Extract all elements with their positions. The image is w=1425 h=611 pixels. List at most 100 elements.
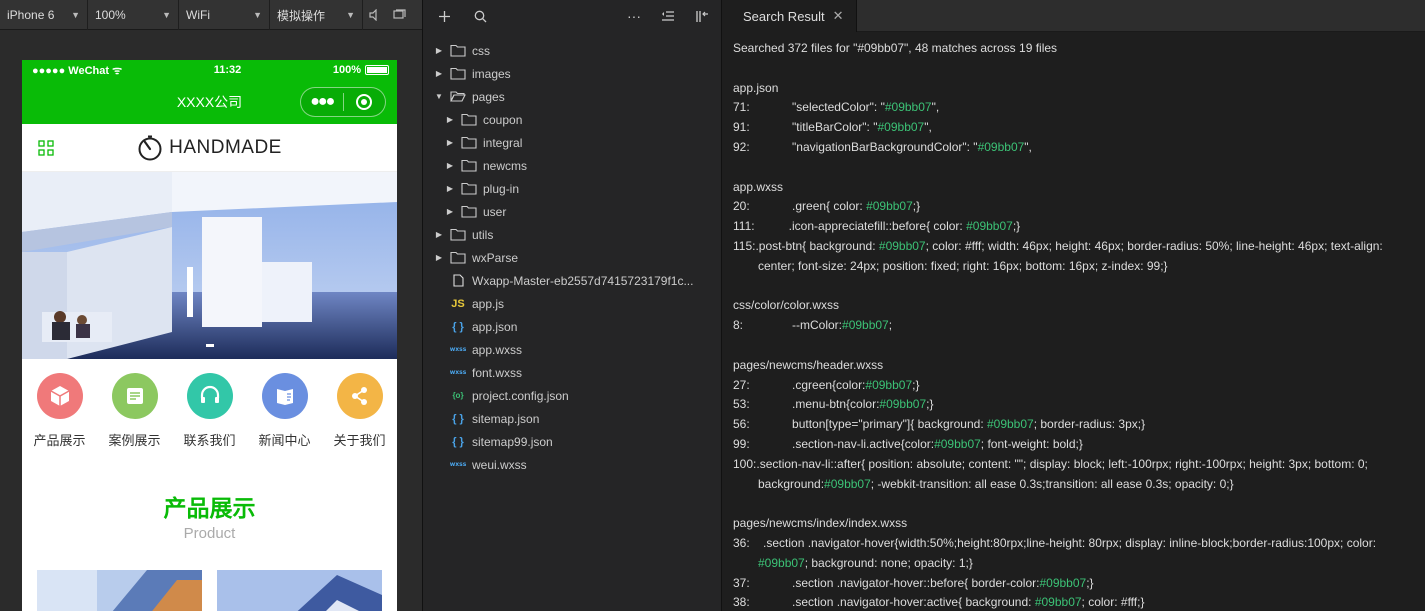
tree-folder[interactable]: ▶ images	[423, 62, 721, 85]
match-highlight: #09bb07	[842, 318, 889, 333]
tree-file[interactable]: wxss weui.wxss	[423, 453, 721, 476]
simulator-toolbar: iPhone 6 ▼ 100% ▼ WiFi ▼ 模拟操作 ▼	[0, 0, 422, 30]
tree-file[interactable]: { } sitemap99.json	[423, 430, 721, 453]
banner-carousel[interactable]	[22, 172, 397, 359]
grid-menu-icon[interactable]	[38, 140, 54, 156]
code-text: ;}	[1012, 219, 1021, 234]
tree-folder[interactable]: ▼ pages	[423, 85, 721, 108]
split-panel-icon[interactable]	[691, 5, 713, 27]
match-code: .section .navigator-hover:active{ backgr…	[772, 593, 1417, 611]
product-thumbnail[interactable]	[37, 570, 202, 611]
result-file-name[interactable]: css/color/color.wxss	[733, 296, 1417, 316]
tree-file[interactable]: {o} project.config.json	[423, 384, 721, 407]
result-match-line[interactable]: 20: .green{ color: #09bb07;}	[733, 197, 1417, 217]
folder-icon	[460, 113, 478, 127]
phone-status-bar: ●●●●● WeChat ᯤ 11:32 100%	[22, 60, 397, 80]
result-match-line[interactable]: 71: "selectedColor": "#09bb07",	[733, 98, 1417, 118]
tree-folder[interactable]: ▶ coupon	[423, 108, 721, 131]
tree-folder[interactable]: ▶ newcms	[423, 154, 721, 177]
simulator-pane: iPhone 6 ▼ 100% ▼ WiFi ▼ 模拟操作 ▼ ●●●●● We…	[0, 0, 422, 611]
close-miniprogram-button[interactable]	[344, 88, 386, 116]
match-code: .section-nav-li::after{ position: absolu…	[756, 457, 1371, 491]
match-highlight: #09bb07	[934, 436, 981, 451]
result-match-line[interactable]: 8: --mColor:#09bb07;	[733, 316, 1417, 336]
code-text: .section .navigator-hover::before{ borde…	[772, 575, 1040, 590]
result-match-line[interactable]: 92: "navigationBarBackgroundColor": "#09…	[733, 138, 1417, 158]
network-select[interactable]: WiFi ▼	[179, 0, 270, 30]
result-match-line[interactable]: 91: "titleBarColor": "#09bb07",	[733, 118, 1417, 138]
tree-folder[interactable]: ▶ integral	[423, 131, 721, 154]
match-highlight: #09bb07	[1034, 595, 1082, 610]
code-text: .section .navigator-hover{width:50%;heig…	[749, 535, 1380, 550]
more-icon[interactable]: ···	[623, 5, 645, 27]
plus-icon[interactable]	[433, 5, 455, 27]
close-icon[interactable]: ✕	[833, 8, 844, 24]
match-code: "titleBarColor": "#09bb07",	[772, 118, 1417, 138]
result-file-name[interactable]: pages/newcms/index/index.wxss	[733, 514, 1417, 534]
quicknav-item-products[interactable]: 产品展示	[27, 373, 93, 457]
result-match-line[interactable]: 38: .section .navigator-hover:active{ ba…	[733, 593, 1417, 611]
result-match-line[interactable]: 115:.post-btn{ background: #09bb07; colo…	[733, 237, 1417, 277]
tree-file[interactable]: JS app.js	[423, 292, 721, 315]
file-explorer: ··· ▶ css ▶ images ▼ pages ▶ coupon ▶ integral ▶ ne…	[422, 0, 722, 611]
quicknav-item-news[interactable]: 新闻中心	[252, 373, 318, 457]
battery-indicator: 100%	[333, 64, 389, 76]
result-match-line[interactable]: 53: .menu-btn{color:#09bb07;}	[733, 395, 1417, 415]
result-match-line[interactable]: 56: button[type="primary"]{ background: …	[733, 415, 1417, 435]
tree-file[interactable]: { } sitemap.json	[423, 407, 721, 430]
tree-file[interactable]: { } app.json	[423, 315, 721, 338]
collapse-all-icon[interactable]	[657, 5, 679, 27]
quicknav-label: 新闻中心	[258, 433, 311, 448]
tree-item-label: app.js	[472, 296, 505, 311]
result-match-line[interactable]: 99: .section-nav-li.active{color:#09bb07…	[733, 435, 1417, 455]
window-icon[interactable]	[387, 0, 411, 30]
quicknav-label: 案例展示	[108, 433, 161, 448]
result-match-line[interactable]: 36: .section .navigator-hover{width:50%;…	[733, 534, 1417, 574]
result-file-name[interactable]: app.json	[733, 79, 1417, 99]
tree-folder[interactable]: ▶ utils	[423, 223, 721, 246]
code-text: ; font-weight: bold;}	[980, 436, 1083, 451]
carrier-label: ●●●●● WeChat ᯤ	[32, 64, 123, 77]
line-number: 20:	[733, 199, 750, 214]
tree-folder[interactable]: ▶ user	[423, 200, 721, 223]
more-button[interactable]: ●●●	[301, 88, 343, 116]
quicknav-item-cases[interactable]: 案例展示	[102, 373, 168, 457]
result-match-line[interactable]: 37: .section .navigator-hover::before{ b…	[733, 574, 1417, 594]
section-subtitle: Product	[183, 525, 236, 542]
tree-item-label: wxParse	[472, 250, 519, 265]
wxss-file-icon: wxss	[449, 346, 467, 353]
tree-folder[interactable]: ▶ css	[423, 39, 721, 62]
result-file-name[interactable]: pages/newcms/header.wxss	[733, 356, 1417, 376]
wifi-icon: ᯤ	[112, 64, 123, 77]
code-text: ;}	[912, 377, 920, 392]
quicknav-label: 联系我们	[183, 433, 236, 448]
mode-select[interactable]: 模拟操作 ▼	[270, 0, 363, 30]
device-select[interactable]: iPhone 6 ▼	[0, 0, 88, 30]
quicknav-item-contact[interactable]: 联系我们	[177, 373, 243, 457]
tree-file[interactable]: wxss app.wxss	[423, 338, 721, 361]
product-thumbnail[interactable]	[217, 570, 382, 611]
tree-file[interactable]: Wxapp-Master-eb2557d7415723179f1c...	[423, 269, 721, 292]
result-file-name[interactable]: app.wxss	[733, 178, 1417, 198]
tree-file[interactable]: wxss font.wxss	[423, 361, 721, 384]
chevron-down-icon: ▼	[71, 10, 80, 20]
match-highlight: #09bb07	[866, 199, 913, 214]
tree-folder[interactable]: ▶ plug-in	[423, 177, 721, 200]
clock-label: 11:32	[213, 64, 242, 76]
folder-icon	[449, 251, 467, 265]
tab-search-result[interactable]: Search Result ✕	[723, 0, 857, 32]
tree-item-label: newcms	[483, 158, 528, 173]
result-spacer	[733, 277, 1417, 297]
phone-nav-bar: XXXX公司 ●●●	[22, 80, 397, 124]
volume-icon[interactable]	[363, 0, 387, 30]
zoom-select[interactable]: 100% ▼	[88, 0, 179, 30]
quicknav-item-about[interactable]: 关于我们	[327, 373, 393, 457]
result-match-line[interactable]: 27: .cgreen{color:#09bb07;}	[733, 376, 1417, 396]
tree-folder[interactable]: ▶ wxParse	[423, 246, 721, 269]
match-highlight: #09bb07	[884, 100, 932, 115]
result-match-line[interactable]: 100:.section-nav-li::after{ position: ab…	[733, 455, 1417, 495]
match-code: .green{ color: #09bb07;}	[772, 197, 1417, 217]
code-text: .section-nav-li.active{color:	[772, 436, 935, 451]
result-match-line[interactable]: 111: .icon-appreciatefill::before{ color…	[733, 217, 1417, 237]
search-icon[interactable]	[469, 5, 491, 27]
